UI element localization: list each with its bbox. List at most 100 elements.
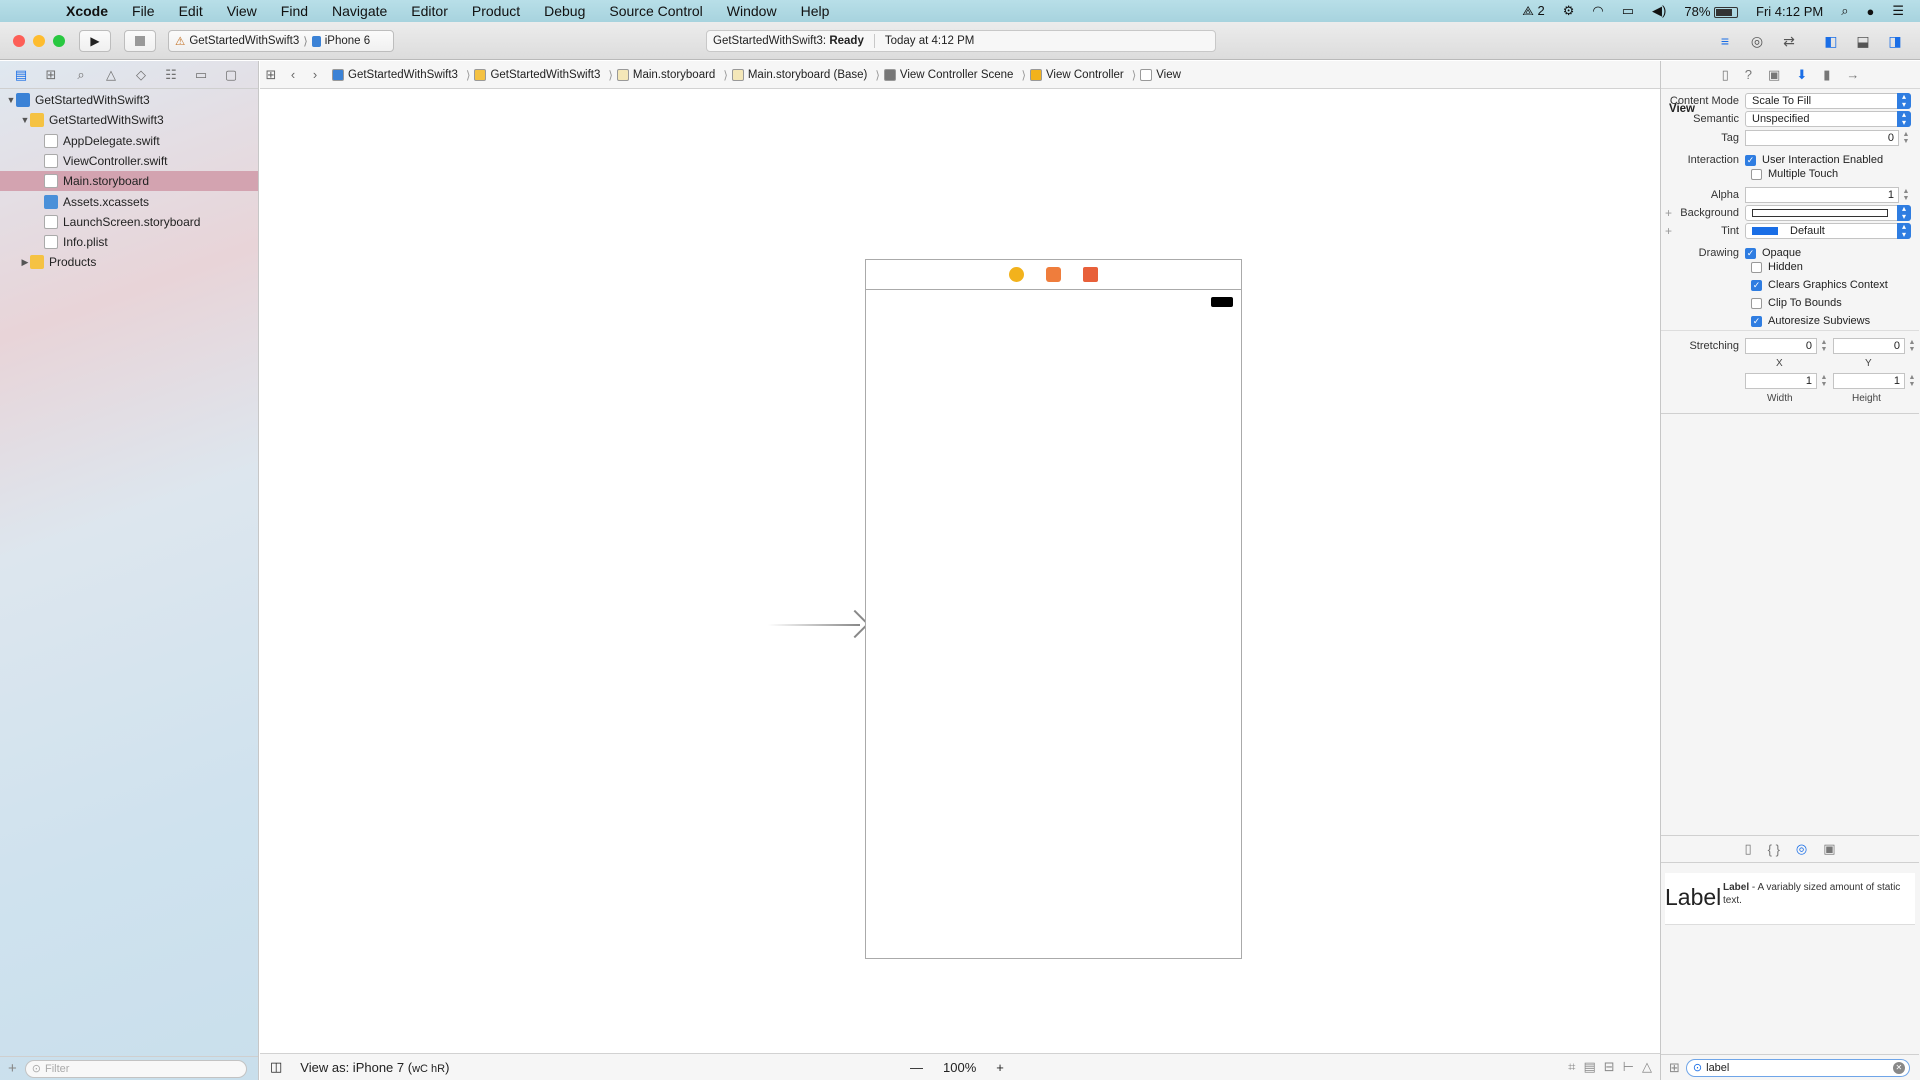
toggle-navigator-icon[interactable]: ◧ (1818, 30, 1844, 52)
tree-item[interactable]: Info.plist (0, 232, 258, 252)
clock[interactable]: Fri 4:12 PM (1756, 4, 1823, 19)
multiple-touch-checkbox[interactable] (1751, 168, 1762, 180)
stretch-x-stepper[interactable]: ▲ ▼ (1819, 339, 1829, 353)
back-chevron-icon[interactable]: ‹ (282, 67, 304, 82)
align-icon[interactable]: ⊟ (1604, 1059, 1615, 1075)
resolve-auto-layout-icon[interactable]: △ (1642, 1059, 1652, 1075)
issue-navigator-icon[interactable]: △ (104, 67, 118, 83)
menu-editor[interactable]: Editor (399, 0, 460, 22)
disclosure-triangle-icon[interactable]: ▶ (20, 257, 30, 268)
view-controller-icon[interactable] (1009, 267, 1024, 282)
breadcrumb-item[interactable]: View Controller ⟩ (1029, 68, 1140, 82)
menu-help[interactable]: Help (789, 0, 842, 22)
quick-help-icon[interactable]: ? (1745, 67, 1752, 82)
breakpoint-navigator-icon[interactable]: ▭ (194, 67, 208, 83)
tint-color-popup[interactable]: Default ▴ ▾ (1745, 223, 1911, 239)
menu-edit[interactable]: Edit (167, 0, 215, 22)
stretch-width-stepper[interactable]: ▲ ▼ (1819, 374, 1829, 388)
connections-inspector-icon[interactable]: → (1846, 67, 1859, 82)
run-button[interactable]: ▶ (79, 30, 111, 52)
menu-window[interactable]: Window (715, 0, 789, 22)
close-window-button[interactable] (13, 35, 25, 47)
user-interaction-checkbox[interactable]: ✓ (1745, 154, 1756, 166)
clear-search-icon[interactable]: ✕ (1892, 1061, 1905, 1074)
related-items-icon[interactable]: ⊞ (260, 67, 282, 83)
view-controller-scene[interactable] (865, 259, 1242, 959)
opaque-checkbox[interactable]: ✓ (1745, 247, 1756, 259)
menu-navigate[interactable]: Navigate (320, 0, 399, 22)
attributes-inspector-icon[interactable]: ⬇ (1796, 67, 1807, 83)
exit-icon[interactable] (1083, 267, 1098, 282)
identity-inspector-icon[interactable]: ▣ (1768, 67, 1780, 83)
tree-item[interactable]: ViewController.swift (0, 151, 258, 171)
file-template-library-icon[interactable]: ▯ (1744, 841, 1751, 857)
menu-find[interactable]: Find (269, 0, 320, 22)
adobe-status-icon[interactable]: ⟁ 2 (1522, 3, 1544, 19)
version-editor-icon[interactable]: ⇄ (1776, 30, 1802, 52)
volume-icon[interactable]: ◀) (1652, 3, 1666, 19)
add-file-icon[interactable]: + (8, 1060, 17, 1077)
alpha-stepper[interactable]: ▲ ▼ (1901, 188, 1911, 202)
menu-view[interactable]: View (215, 0, 269, 22)
stretch-height-stepper[interactable]: ▲ ▼ (1907, 374, 1917, 388)
gear-icon[interactable]: ⚙ (1563, 3, 1575, 19)
background-color-popup[interactable]: ▴ ▾ (1745, 205, 1911, 221)
breadcrumb-item[interactable]: Main.storyboard ⟩ (616, 68, 732, 82)
tag-field[interactable]: 0 (1745, 130, 1899, 146)
stretch-y-stepper[interactable]: ▲ ▼ (1907, 339, 1917, 353)
stretch-height-field[interactable]: 1 (1833, 373, 1905, 389)
tree-item[interactable]: Main.storyboard (0, 171, 258, 192)
scheme-selector[interactable]: ⚠ GetStartedWithSwift3 ⟩ iPhone 6 (168, 30, 394, 52)
media-library-icon[interactable]: ▣ (1823, 841, 1835, 857)
menu-source-control[interactable]: Source Control (597, 0, 714, 22)
symbol-navigator-icon[interactable]: ⊞ (44, 67, 58, 83)
breadcrumb-item[interactable]: GetStartedWithSwift3 ⟩ (332, 68, 474, 82)
zoom-window-button[interactable] (53, 35, 65, 47)
standard-editor-icon[interactable]: ≡ (1712, 30, 1738, 52)
embed-in-stack-icon[interactable]: ▤ (1583, 1059, 1595, 1075)
library-search-input[interactable]: ⊙ label ✕ (1685, 1058, 1910, 1077)
tree-item[interactable]: Assets.xcassets (0, 192, 258, 212)
breadcrumb-item[interactable]: View (1140, 68, 1181, 81)
library-item-label[interactable]: Label Label - A variably sized amount of… (1665, 873, 1915, 925)
hidden-checkbox[interactable] (1751, 261, 1762, 273)
forward-chevron-icon[interactable]: › (304, 67, 326, 82)
update-frames-icon[interactable]: ⌗ (1568, 1059, 1575, 1075)
tree-item[interactable]: ▶ Products (0, 252, 258, 272)
disclosure-triangle-icon[interactable]: ▼ (6, 95, 16, 105)
clip-to-bounds-checkbox[interactable] (1751, 297, 1762, 309)
tree-item[interactable]: ▼ GetStartedWithSwift3 (0, 90, 258, 110)
add-variation-icon[interactable]: + (1665, 206, 1672, 220)
disclosure-triangle-icon[interactable]: ▼ (20, 115, 30, 125)
toggle-utilities-icon[interactable]: ◨ (1882, 30, 1908, 52)
object-library-icon[interactable]: ◎ (1796, 841, 1807, 857)
storyboard-canvas[interactable] (260, 90, 1660, 1053)
menu-xcode[interactable]: Xcode (54, 0, 120, 22)
content-mode-popup[interactable]: Scale To Fill ▴ ▾ (1745, 93, 1911, 109)
grid-view-toggle-icon[interactable]: ⊞ (1669, 1060, 1680, 1076)
add-variation-icon[interactable]: + (1665, 224, 1672, 238)
stretch-width-field[interactable]: 1 (1745, 373, 1817, 389)
wifi-icon[interactable]: ◠ (1592, 3, 1603, 19)
find-navigator-icon[interactable]: ⌕ (74, 67, 88, 83)
file-inspector-icon[interactable]: ▯ (1722, 67, 1729, 83)
battery-status[interactable]: 78% (1684, 4, 1739, 19)
menu-file[interactable]: File (120, 0, 167, 22)
semantic-popup[interactable]: Unspecified ▴ ▾ (1745, 111, 1911, 127)
stretch-x-field[interactable]: 0 (1745, 338, 1817, 354)
menu-product[interactable]: Product (460, 0, 532, 22)
code-snippet-library-icon[interactable]: { } (1768, 842, 1780, 857)
tree-item[interactable]: LaunchScreen.storyboard (0, 212, 258, 232)
size-inspector-icon[interactable]: ▮ (1823, 67, 1830, 83)
breadcrumb-item[interactable]: View Controller Scene ⟩ (883, 68, 1030, 82)
assistant-editor-icon[interactable]: ◎ (1744, 30, 1770, 52)
tree-item[interactable]: ▼ GetStartedWithSwift3 (0, 110, 258, 130)
document-outline-toggle-icon[interactable]: ◫ (270, 1059, 282, 1075)
pin-icon[interactable]: ⊢ (1623, 1059, 1634, 1075)
test-navigator-icon[interactable]: ◇ (134, 67, 148, 83)
stop-button[interactable] (124, 30, 156, 52)
zoom-out-button[interactable]: — (910, 1060, 923, 1075)
breadcrumb-item[interactable]: Main.storyboard (Base) ⟩ (731, 68, 884, 82)
spotlight-search-icon[interactable]: ⌕ (1841, 3, 1848, 19)
navigator-filter-input[interactable]: ⊙ Filter (24, 1059, 247, 1078)
